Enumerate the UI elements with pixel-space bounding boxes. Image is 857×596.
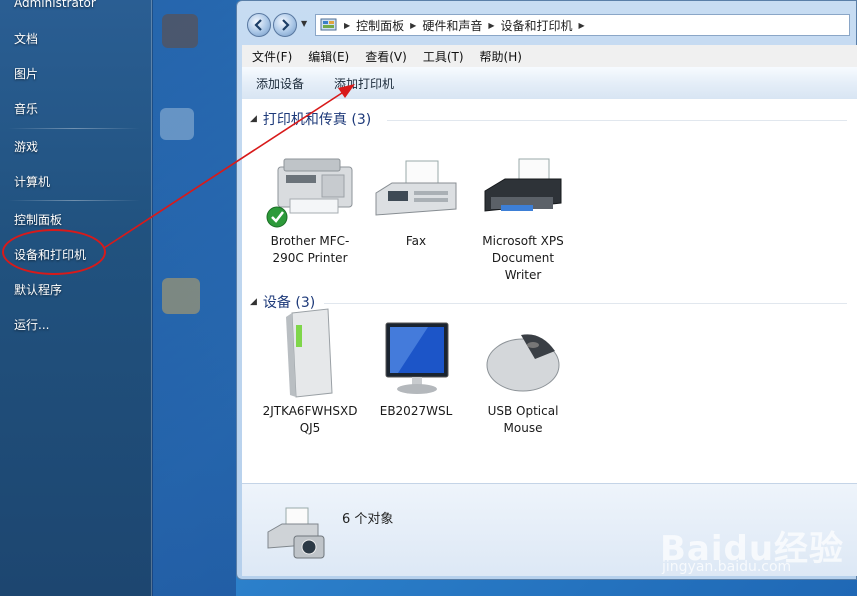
start-menu-separator [8, 128, 140, 129]
start-menu-item-music[interactable]: 音乐 [14, 100, 38, 117]
breadcrumb-separator-icon[interactable]: ▶ [410, 21, 416, 30]
add-device-button[interactable]: 添加设备 [256, 75, 304, 92]
menu-tools[interactable]: 工具(T) [423, 48, 464, 65]
device-label: Microsoft XPS Document Writer [482, 234, 564, 282]
menu-edit[interactable]: 编辑(E) [308, 48, 349, 65]
group-header-printers-and-faxes[interactable]: ◢ 打印机和传真 (3) [250, 109, 371, 129]
breadcrumb-separator-icon: ▶ [344, 20, 351, 30]
group-divider [324, 303, 847, 304]
xps-printer-icon [475, 149, 571, 229]
control-panel-icon [320, 18, 337, 31]
start-menu-item-control-panel[interactable]: 控制面板 [14, 211, 62, 228]
start-menu-pane: Administrator 文档 图片 音乐 游戏 计算机 控制面板 设备和打印… [0, 0, 153, 596]
start-menu-item-pictures[interactable]: 图片 [14, 65, 38, 82]
device-usb-mouse[interactable]: USB Optical Mouse [475, 319, 571, 437]
desktop-background-strip [152, 0, 236, 596]
breadcrumb-devices-and-printers[interactable]: 设备和打印机 [501, 17, 573, 34]
collapse-triangle-icon[interactable]: ◢ [250, 114, 257, 124]
blurred-desktop-icon [160, 108, 194, 140]
back-button[interactable] [247, 13, 271, 37]
breadcrumb-separator-icon[interactable]: ▶ [579, 21, 585, 30]
menu-help[interactable]: 帮助(H) [480, 48, 522, 65]
device-label: 2JTKA6FWHSXDQJ5 [262, 404, 358, 435]
start-menu-user-name[interactable]: Administrator [14, 0, 96, 10]
baidu-watermark: Baidu经验 jingyan.baidu.com [660, 505, 850, 585]
command-bar: 添加设备 添加打印机 [242, 67, 857, 100]
fax-icon [368, 149, 464, 229]
breadcrumb-separator-icon[interactable]: ▶ [488, 21, 494, 30]
menu-view[interactable]: 查看(V) [365, 48, 407, 65]
device-fax[interactable]: Fax [368, 149, 464, 250]
device-label: Fax [405, 234, 427, 248]
devices-content-pane: ◢ 打印机和传真 (3) Brother MFC-290C Printer Fa… [242, 99, 857, 483]
menu-file[interactable]: 文件(F) [252, 48, 292, 65]
start-menu-item-computer[interactable]: 计算机 [14, 173, 50, 190]
add-printer-button[interactable]: 添加打印机 [334, 75, 394, 92]
group-divider [387, 120, 847, 121]
group-title: 打印机和传真 (3) [262, 112, 372, 128]
breadcrumb-hardware-and-sound[interactable]: 硬件和声音 [422, 17, 482, 34]
menu-bar: 文件(F) 编辑(E) 查看(V) 工具(T) 帮助(H) [242, 45, 857, 68]
object-count: 6 个对象 [342, 512, 394, 527]
forward-button[interactable] [273, 13, 297, 37]
collapse-triangle-icon[interactable]: ◢ [250, 297, 257, 307]
annotation-circle [2, 229, 106, 275]
blurred-desktop-icon [162, 278, 200, 314]
recent-pages-dropdown-icon[interactable]: ▼ [301, 19, 307, 28]
device-label: USB Optical Mouse [487, 404, 559, 435]
breadcrumb-control-panel[interactable]: 控制面板 [356, 17, 404, 34]
start-menu-separator [8, 200, 140, 201]
device-monitor[interactable]: EB2027WSL [368, 319, 464, 420]
blurred-desktop-icon [162, 14, 198, 48]
mouse-icon [475, 319, 571, 399]
arrow-right-icon [282, 19, 290, 31]
address-bar-row: ▼ ▶ 控制面板 ▶ 硬件和声音 ▶ 设备和打印机 ▶ [245, 11, 850, 41]
start-menu-item-default-programs[interactable]: 默认程序 [14, 281, 62, 298]
device-xps-document-writer[interactable]: Microsoft XPS Document Writer [475, 149, 571, 284]
printer-mfc-icon [262, 149, 358, 229]
arrow-left-icon [254, 19, 262, 31]
device-label: Brother MFC-290C Printer [270, 234, 350, 265]
explorer-window: ▼ ▶ 控制面板 ▶ 硬件和声音 ▶ 设备和打印机 ▶ 文件(F) 编辑(E) … [236, 0, 857, 580]
start-menu-item-run[interactable]: 运行... [14, 316, 49, 333]
computer-tower-icon [262, 308, 358, 399]
device-brother-printer[interactable]: Brother MFC-290C Printer [262, 149, 358, 267]
watermark-url: jingyan.baidu.com [662, 559, 792, 575]
monitor-icon [368, 319, 464, 399]
device-label: EB2027WSL [379, 404, 453, 418]
device-computer[interactable]: 2JTKA6FWHSXDQJ5 [262, 308, 358, 437]
start-menu-item-documents[interactable]: 文档 [14, 30, 38, 47]
devices-and-printers-icon [267, 507, 325, 559]
start-menu-item-games[interactable]: 游戏 [14, 138, 38, 155]
address-field[interactable]: ▶ 控制面板 ▶ 硬件和声音 ▶ 设备和打印机 ▶ [315, 14, 850, 36]
